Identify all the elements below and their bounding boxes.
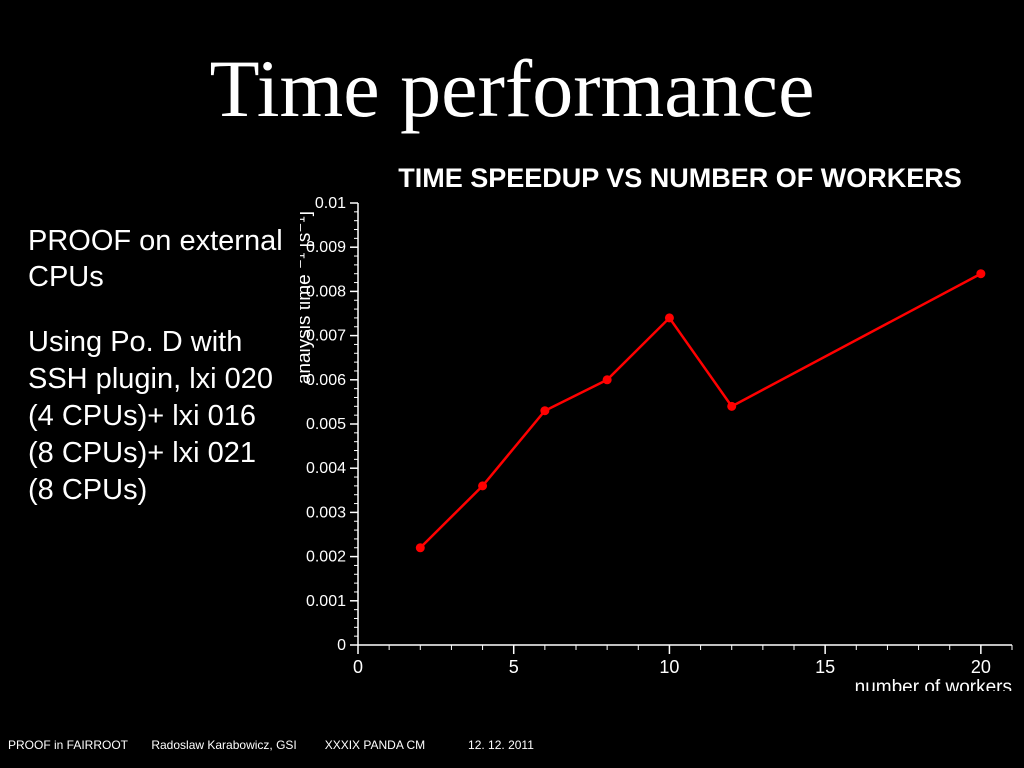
svg-text:15: 15 [815,657,835,677]
footer-project: PROOF in FAIRROOT [8,738,148,752]
svg-text:0: 0 [353,657,363,677]
svg-text:0.004: 0.004 [306,460,346,477]
data-point [665,313,674,322]
svg-text:20: 20 [971,657,991,677]
sidebar-text: PROOF on external CPUs Using Po. D with … [28,223,288,509]
svg-text:0.003: 0.003 [306,504,346,521]
footer: PROOF in FAIRROOT Radoslaw Karabowicz, G… [0,738,1024,752]
svg-text:0.001: 0.001 [306,593,346,610]
data-point [478,481,487,490]
footer-author: Radoslaw Karabowicz, GSI [151,738,321,752]
data-point [727,402,736,411]
data-point [603,375,612,384]
footer-meeting: XXXIX PANDA CM [325,738,465,752]
sidebar-line-2: Using Po. D with SSH plugin, lxi 020 (4 … [28,324,288,510]
series-line [420,274,981,548]
svg-text:0.005: 0.005 [306,416,346,433]
svg-text:0: 0 [337,637,346,654]
slide-title: Time performance [0,42,1024,136]
data-point [540,406,549,415]
data-point [416,543,425,552]
line-chart: 00.0010.0020.0030.0040.0050.0060.0070.00… [300,193,1022,691]
svg-text:10: 10 [659,657,679,677]
sidebar-line-1: PROOF on external CPUs [28,223,288,296]
chart-title: TIME SPEEDUP VS NUMBER OF WORKERS [340,163,1020,194]
data-point [976,269,985,278]
svg-text:number of workers: number of workers [855,677,1012,691]
footer-date: 12. 12. 2011 [468,738,578,752]
svg-text:5: 5 [509,657,519,677]
svg-text:0.002: 0.002 [306,549,346,566]
y-axis-label: analysis time ⁻¹ [s⁻¹] [300,211,315,384]
svg-text:0.01: 0.01 [315,195,346,212]
